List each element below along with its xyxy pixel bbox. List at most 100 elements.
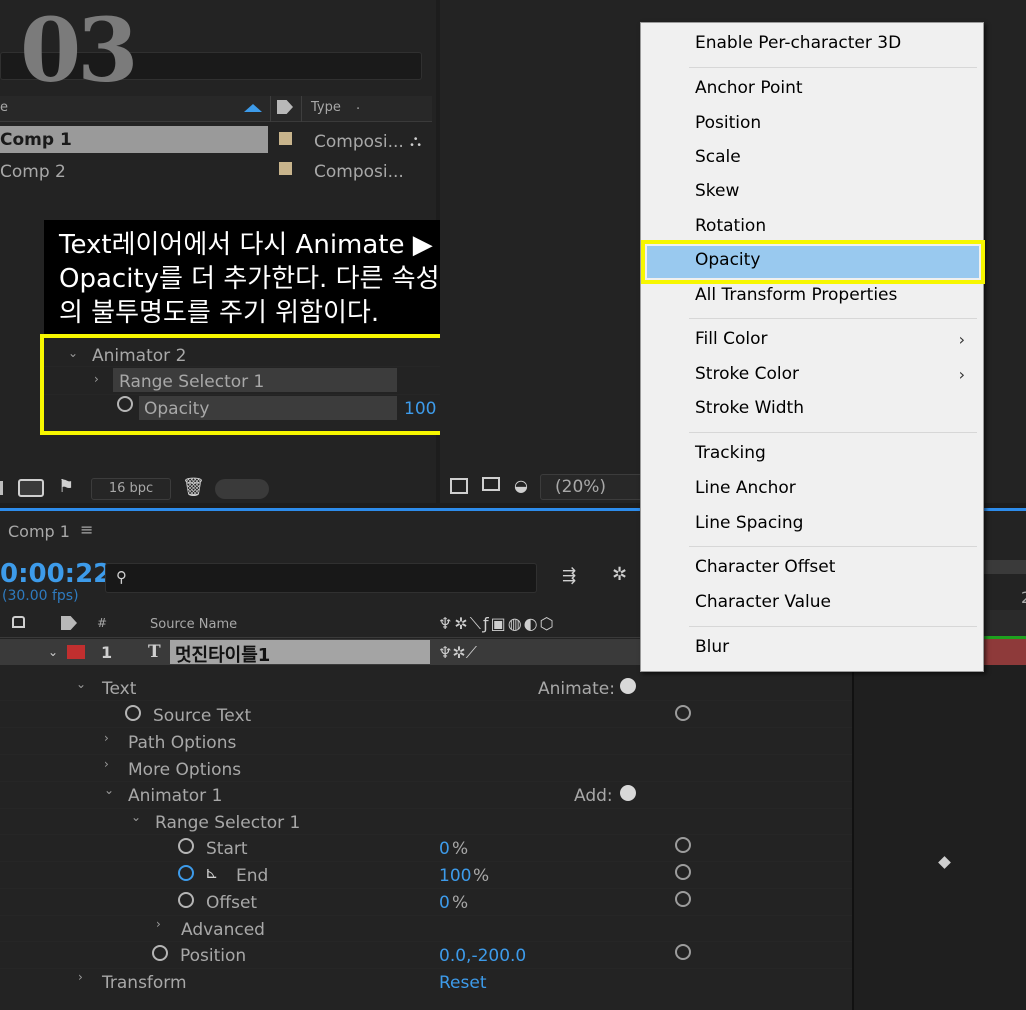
end-prop[interactable]: End [236,866,268,886]
animate-menu-icon[interactable] [620,678,636,694]
chevron-down-icon[interactable]: ⌄ [48,645,58,659]
monitor-icon[interactable] [482,477,500,491]
menu-stroke-width[interactable]: Stroke Width [695,398,804,418]
hamburger-icon[interactable]: ≡ [80,520,93,539]
menu-line-spacing[interactable]: Line Spacing [695,513,803,533]
flowchart-icon[interactable]: ⛬ [410,131,421,151]
path-options[interactable]: Path Options [128,733,236,753]
stopwatch-icon[interactable] [117,396,133,412]
menu-rotation[interactable]: Rotation [695,216,766,236]
thumbnail-slider[interactable] [215,479,269,499]
opacity-label[interactable]: Opacity [144,399,209,419]
start-value[interactable]: 0 [439,839,450,859]
chevron-down-icon[interactable]: ⌄ [68,346,78,360]
menu-tracking[interactable]: Tracking [695,443,766,463]
animator1[interactable]: Animator 1 [128,786,222,806]
stopwatch-icon[interactable] [178,838,194,854]
trash-icon[interactable]: 🗑 [182,477,205,498]
end-value[interactable]: 100 [439,866,471,886]
col-source-name[interactable]: Source Name [150,617,237,632]
label-swatch[interactable] [279,132,292,145]
lock-icon[interactable] [12,616,25,628]
stopwatch-icon[interactable] [152,945,168,961]
add-menu-icon[interactable] [620,785,636,801]
menu-opacity[interactable]: Opacity [695,250,760,270]
mask-icon[interactable]: ◒ [514,476,528,495]
range-selector-1[interactable]: Range Selector 1 [155,813,300,833]
source-text[interactable]: Source Text [153,706,251,726]
render-icon[interactable]: ⚑ [58,476,74,497]
transform-group[interactable]: Transform [102,973,187,993]
chevron-down-icon[interactable]: ⌄ [131,810,141,824]
bpc-button[interactable]: 16 bpc [91,478,171,500]
fps: (30.00 fps) [2,588,79,604]
layer-label-color[interactable] [67,645,85,659]
text-group[interactable]: Text [102,679,136,699]
col-number[interactable]: # [97,616,107,630]
menu-scale[interactable]: Scale [695,147,741,167]
menu-fill-color[interactable]: Fill Color [695,329,768,349]
sort-up-icon[interactable] [244,104,262,112]
comp-flowchart-icon[interactable]: ⇶ [562,566,576,586]
timeline-search-input[interactable]: ⚲ [105,563,537,593]
callout-line-2: Opacity를 더 추가한다. 다른 속성 [59,264,440,294]
chevron-right-icon[interactable]: › [94,372,99,386]
chevron-right-icon[interactable]: › [104,731,109,745]
switches-icons[interactable]: ♆✲⟍ƒ▣◍◐⬡ [438,614,556,634]
label-tag-icon[interactable] [277,100,293,114]
interpret-icon[interactable] [0,481,3,495]
animate-label: Animate: [538,679,615,699]
chevron-down-icon[interactable]: ⌄ [76,677,86,691]
stopwatch-icon[interactable] [125,705,141,721]
keyframe-icon[interactable] [938,856,951,869]
chevron-right-icon[interactable]: › [104,757,109,771]
start-prop[interactable]: Start [206,839,248,859]
layer-name-field[interactable]: 멋진타이틀1 [170,640,430,666]
label-swatch[interactable] [279,162,292,175]
timecode[interactable]: 0:00:22 [0,559,111,589]
chevron-right-icon[interactable]: › [78,970,83,984]
stopwatch-icon[interactable] [178,892,194,908]
menu-enable-per-char-3d[interactable]: Enable Per-character 3D [695,33,901,53]
menu-character-offset[interactable]: Character Offset [695,557,835,577]
menu-skew[interactable]: Skew [695,181,739,201]
expression-icon[interactable] [675,705,691,721]
stopwatch-active-icon[interactable] [178,865,194,881]
menu-anchor-point[interactable]: Anchor Point [695,78,803,98]
transform-reset[interactable]: Reset [439,973,487,993]
more-options[interactable]: More Options [128,760,241,780]
expression-icon[interactable] [675,837,691,853]
position-prop[interactable]: Position [180,946,246,966]
step-number: 03 [20,0,138,102]
draft3d-icon[interactable]: ✲ [612,564,627,585]
label-tag-icon[interactable] [61,616,77,630]
col-type-header[interactable]: Type [311,100,341,115]
graph-icon[interactable]: ⊾ [205,863,218,882]
project-item-comp2[interactable]: Comp 2 [0,162,66,182]
new-comp-icon[interactable] [18,479,44,497]
zoom-dropdown[interactable]: (20%) [540,474,648,500]
menu-all-transform[interactable]: All Transform Properties [695,285,897,305]
chevron-right-icon[interactable]: › [156,917,161,931]
col-name-header[interactable]: e [0,100,8,115]
offset-value[interactable]: 0 [439,893,450,913]
snapshot-icon[interactable] [450,478,468,494]
menu-stroke-color[interactable]: Stroke Color [695,364,799,384]
range-selector-label[interactable]: Range Selector 1 [119,372,264,392]
opacity-value[interactable]: 100 [404,399,436,419]
advanced[interactable]: Advanced [181,920,265,940]
expression-icon[interactable] [675,864,691,880]
expression-icon[interactable] [675,891,691,907]
project-item-comp1[interactable]: Comp 1 [0,130,72,150]
position-value[interactable]: 0.0,-200.0 [439,946,526,966]
tab-comp1[interactable]: Comp 1 [8,522,70,541]
menu-position[interactable]: Position [695,113,761,133]
chevron-down-icon[interactable]: ⌄ [104,783,114,797]
offset-prop[interactable]: Offset [206,893,257,913]
text-layer-icon: T [148,642,161,662]
menu-blur[interactable]: Blur [695,637,729,657]
menu-character-value[interactable]: Character Value [695,592,831,612]
layer-switches[interactable]: ♆✲⟋ [438,643,477,663]
expression-icon[interactable] [675,944,691,960]
menu-line-anchor[interactable]: Line Anchor [695,478,796,498]
